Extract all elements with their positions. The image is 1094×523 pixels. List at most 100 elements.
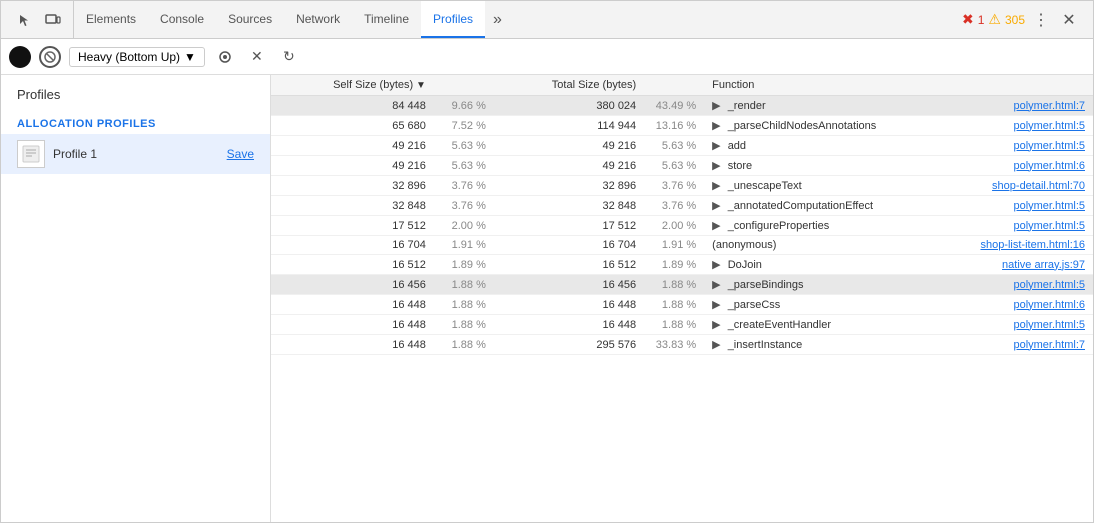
data-table[interactable]: Self Size (bytes) Total Size (bytes) Fun… (271, 75, 1093, 522)
cell-total-size: 380 024 (494, 96, 644, 116)
reload-button[interactable]: ↻ (277, 45, 301, 69)
table-row: 16 4561.88 %16 4561.88 %▶ _parseBindings… (271, 275, 1093, 295)
view-mode-dropdown[interactable]: Heavy (Bottom Up) ▼ (69, 47, 205, 67)
cell-total-size: 32 896 (494, 176, 644, 196)
function-name: ▶ _configureProperties (712, 219, 829, 232)
cell-self-pct: 1.88 % (434, 275, 494, 295)
function-link[interactable]: polymer.html:5 (1013, 200, 1085, 212)
cell-self-pct: 2.00 % (434, 216, 494, 236)
sidebar-section-title: ALLOCATION PROFILES (1, 110, 270, 134)
cell-total-pct: 1.91 % (644, 236, 704, 255)
cell-function: ▶ _annotatedComputationEffectpolymer.htm… (704, 196, 1093, 216)
tab-bar-right: ✖ 1 ⚠ 305 ⋮ ✕ (954, 8, 1089, 32)
function-link[interactable]: polymer.html:7 (1013, 100, 1085, 112)
function-link[interactable]: native array.js:97 (1002, 259, 1085, 271)
cell-total-pct: 2.00 % (644, 216, 704, 236)
cell-self-pct: 3.76 % (434, 196, 494, 216)
function-link[interactable]: polymer.html:5 (1013, 279, 1085, 291)
cell-total-size: 16 512 (494, 255, 644, 275)
function-link[interactable]: shop-detail.html:70 (992, 180, 1085, 192)
device-icon[interactable] (41, 8, 65, 32)
tab-elements[interactable]: Elements (74, 1, 148, 38)
sidebar-title: Profiles (1, 87, 270, 110)
cell-self-size: 17 512 (271, 216, 434, 236)
clear-button[interactable]: ✕ (245, 45, 269, 69)
cell-self-size: 16 456 (271, 275, 434, 295)
cell-self-pct: 7.52 % (434, 116, 494, 136)
cell-self-size: 16 448 (271, 335, 434, 355)
table-row: 65 6807.52 %114 94413.16 %▶ _parseChildN… (271, 116, 1093, 136)
tabs: Elements Console Sources Network Timelin… (74, 1, 954, 38)
cell-total-pct: 1.88 % (644, 295, 704, 315)
focus-button[interactable] (213, 45, 237, 69)
cell-function: ▶ _configureProperties polymer.html:5 (704, 216, 1093, 236)
tab-sources[interactable]: Sources (216, 1, 284, 38)
cell-total-size: 49 216 (494, 156, 644, 176)
sidebar: Profiles ALLOCATION PROFILES Profile 1 S… (1, 75, 271, 522)
more-options-button[interactable]: ⋮ (1029, 8, 1053, 32)
cell-self-size: 16 704 (271, 236, 434, 255)
col-total-pct (644, 75, 704, 96)
function-name: ▶ _createEventHandler (712, 318, 831, 331)
tab-overflow[interactable]: » (485, 1, 510, 38)
table-row: 17 5122.00 %17 5122.00 %▶ _configureProp… (271, 216, 1093, 236)
tab-bar: Elements Console Sources Network Timelin… (1, 1, 1093, 39)
close-button[interactable]: ✕ (1057, 8, 1081, 32)
cell-self-pct: 1.89 % (434, 255, 494, 275)
record-button[interactable] (9, 46, 31, 68)
cell-total-size: 114 944 (494, 116, 644, 136)
col-total-size[interactable]: Total Size (bytes) (494, 75, 644, 96)
cell-self-size: 49 216 (271, 156, 434, 176)
cell-function: (anonymous)shop-list-item.html:16 (704, 236, 1093, 255)
function-link[interactable]: polymer.html:5 (1013, 220, 1085, 232)
function-link[interactable]: polymer.html:5 (1013, 140, 1085, 152)
col-function[interactable]: Function (704, 75, 1093, 96)
profile-item[interactable]: Profile 1 Save (1, 134, 270, 174)
profile-name: Profile 1 (53, 147, 219, 161)
cursor-icon[interactable] (13, 8, 37, 32)
cell-total-pct: 33.83 % (644, 335, 704, 355)
cell-function: ▶ _createEventHandler polymer.html:5 (704, 315, 1093, 335)
table-row: 49 2165.63 %49 2165.63 %▶ addpolymer.htm… (271, 136, 1093, 156)
function-name: ▶ _parseBindings (712, 278, 803, 291)
cell-total-pct: 1.88 % (644, 315, 704, 335)
function-name: ▶ _render (712, 99, 765, 112)
cell-self-size: 84 448 (271, 96, 434, 116)
cell-total-pct: 5.63 % (644, 156, 704, 176)
cell-self-pct: 3.76 % (434, 176, 494, 196)
cell-total-size: 17 512 (494, 216, 644, 236)
cell-total-pct: 1.89 % (644, 255, 704, 275)
function-link[interactable]: shop-list-item.html:16 (980, 239, 1085, 251)
table-row: 84 4489.66 %380 02443.49 %▶ _renderpolym… (271, 96, 1093, 116)
cell-function: ▶ _unescapeTextshop-detail.html:70 (704, 176, 1093, 196)
profile-save-button[interactable]: Save (227, 147, 254, 161)
function-link[interactable]: polymer.html:6 (1013, 299, 1085, 311)
function-name: ▶ _parseCss (712, 298, 780, 311)
cell-total-size: 16 456 (494, 275, 644, 295)
cell-self-pct: 1.88 % (434, 295, 494, 315)
function-link[interactable]: polymer.html:6 (1013, 160, 1085, 172)
cell-total-pct: 43.49 % (644, 96, 704, 116)
tab-profiles[interactable]: Profiles (421, 1, 485, 38)
function-link[interactable]: polymer.html:5 (1013, 319, 1085, 331)
col-self-size[interactable]: Self Size (bytes) (271, 75, 434, 96)
cell-total-size: 32 848 (494, 196, 644, 216)
cell-self-pct: 1.88 % (434, 335, 494, 355)
cell-function: ▶ storepolymer.html:6 (704, 156, 1093, 176)
function-name: ▶ add (712, 139, 746, 152)
function-link[interactable]: polymer.html:5 (1013, 120, 1085, 132)
cell-function: ▶ DoJoinnative array.js:97 (704, 255, 1093, 275)
cell-total-size: 16 448 (494, 295, 644, 315)
cell-function: ▶ _render polymer.html:7 (704, 96, 1093, 116)
cell-self-size: 49 216 (271, 136, 434, 156)
devtools-window: Elements Console Sources Network Timelin… (0, 0, 1094, 523)
stop-button[interactable] (39, 46, 61, 68)
function-link[interactable]: polymer.html:7 (1013, 339, 1085, 351)
table-body: 84 4489.66 %380 02443.49 %▶ _renderpolym… (271, 96, 1093, 355)
tab-network[interactable]: Network (284, 1, 352, 38)
tab-console[interactable]: Console (148, 1, 216, 38)
col-self-pct (434, 75, 494, 96)
tab-timeline[interactable]: Timeline (352, 1, 421, 38)
table-row: 32 8963.76 %32 8963.76 %▶ _unescapeTexts… (271, 176, 1093, 196)
table-row: 16 5121.89 %16 5121.89 %▶ DoJoinnative a… (271, 255, 1093, 275)
